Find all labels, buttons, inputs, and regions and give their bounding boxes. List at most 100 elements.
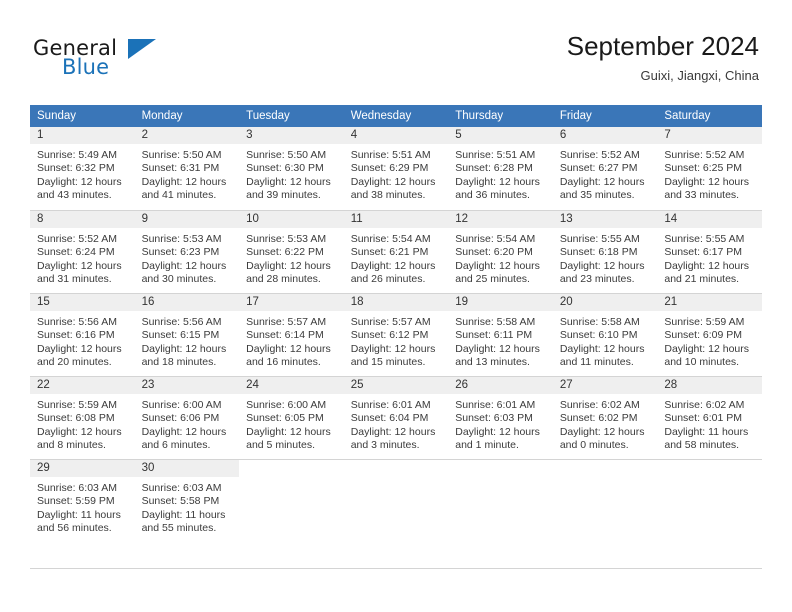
calendar-day-cell-empty bbox=[239, 459, 344, 542]
sunrise-text: Sunrise: 5:54 AM bbox=[455, 233, 536, 245]
calendar-day-cell[interactable]: 5 Sunrise: 5:51 AM Sunset: 6:28 PM Daylight… bbox=[448, 127, 553, 210]
day-cell-inner: 14 Sunrise: 5:55 AM Sunset: 6:17 PM Dayligh… bbox=[657, 210, 762, 293]
calendar-day-cell[interactable]: 28 Sunrise: 6:02 AM Sunset: 6:01 PM Dayligh… bbox=[657, 376, 762, 459]
sunrise-text: Sunrise: 5:52 AM bbox=[664, 149, 745, 161]
sunset-text: Sunset: 6:17 PM bbox=[664, 246, 743, 259]
calendar-day-cell[interactable]: 17 Sunrise: 5:57 AM Sunset: 6:14 PM Dayligh… bbox=[239, 293, 344, 376]
daylight-text-line2: and 20 minutes. bbox=[37, 356, 112, 369]
day-cell-inner: 18 Sunrise: 5:57 AM Sunset: 6:12 PM Dayligh… bbox=[343, 293, 449, 376]
daylight-text-line2: and 36 minutes. bbox=[455, 189, 530, 202]
calendar-day-cell[interactable]: 20 Sunrise: 5:58 AM Sunset: 6:10 PM Dayligh… bbox=[552, 293, 658, 376]
daylight-text-line2: and 30 minutes. bbox=[141, 273, 217, 286]
day-number: 15 bbox=[30, 294, 135, 311]
calendar-day-cell[interactable]: 29 Sunrise: 6:03 AM Sunset: 5:59 PM Dayligh… bbox=[30, 459, 135, 542]
calendar-day-cell[interactable]: 26 Sunrise: 6:01 AM Sunset: 6:03 PM Dayligh… bbox=[448, 376, 553, 459]
daylight-text-line1: Daylight: 11 hours bbox=[664, 425, 749, 438]
day-cell-inner: 26 Sunrise: 6:01 AM Sunset: 6:03 PM Dayligh… bbox=[448, 376, 553, 459]
sunset-text: Sunset: 6:08 PM bbox=[37, 412, 115, 425]
sunrise-text: Sunrise: 5:53 AM bbox=[246, 233, 327, 245]
daylight-text-line1: Daylight: 12 hours bbox=[37, 425, 122, 438]
brand-logo[interactable]: General Blue bbox=[33, 36, 223, 82]
sunset-text: Sunset: 6:32 PM bbox=[37, 162, 115, 175]
calendar-day-cell[interactable]: 4 Sunrise: 5:51 AM Sunset: 6:29 PM Daylight… bbox=[343, 127, 449, 210]
day-cell-inner: 20 Sunrise: 5:58 AM Sunset: 6:10 PM Dayligh… bbox=[552, 293, 658, 376]
day-details: Sunrise: 6:02 AM Sunset: 6:02 PM Daylight:… bbox=[553, 394, 658, 453]
calendar-day-cell[interactable]: 30 Sunrise: 6:03 AM Sunset: 5:58 PM Dayligh… bbox=[134, 459, 240, 542]
calendar-day-cell[interactable]: 6 Sunrise: 5:52 AM Sunset: 6:27 PM Daylight… bbox=[552, 127, 658, 210]
calendar-day-cell[interactable]: 24 Sunrise: 6:00 AM Sunset: 6:05 PM Dayligh… bbox=[239, 376, 344, 459]
calendar-day-cell[interactable]: 11 Sunrise: 5:54 AM Sunset: 6:21 PM Dayligh… bbox=[343, 210, 449, 293]
calendar-day-cell[interactable]: 25 Sunrise: 6:01 AM Sunset: 6:04 PM Dayligh… bbox=[343, 376, 449, 459]
calendar-day-cell[interactable]: 27 Sunrise: 6:02 AM Sunset: 6:02 PM Dayligh… bbox=[552, 376, 658, 459]
sunrise-text: Sunrise: 6:03 AM bbox=[141, 482, 222, 494]
sunrise-text: Sunrise: 5:52 AM bbox=[37, 233, 117, 245]
weekday-header-friday: Friday bbox=[552, 105, 658, 127]
day-cell-inner: 7 Sunrise: 5:52 AM Sunset: 6:25 PM Daylight… bbox=[657, 127, 762, 210]
calendar-day-cell[interactable]: 18 Sunrise: 5:57 AM Sunset: 6:12 PM Dayligh… bbox=[343, 293, 449, 376]
day-details: Sunrise: 5:51 AM Sunset: 6:28 PM Daylight:… bbox=[448, 144, 553, 203]
daylight-text-line2: and 39 minutes. bbox=[246, 189, 321, 202]
sunrise-text: Sunrise: 5:54 AM bbox=[350, 233, 431, 245]
day-cell-inner bbox=[448, 459, 553, 542]
sunrise-text: Sunrise: 5:57 AM bbox=[350, 316, 431, 328]
calendar-day-cell[interactable]: 10 Sunrise: 5:53 AM Sunset: 6:22 PM Dayligh… bbox=[239, 210, 344, 293]
calendar-day-cell[interactable]: 15 Sunrise: 5:56 AM Sunset: 6:16 PM Dayligh… bbox=[30, 293, 135, 376]
sunset-text: Sunset: 6:12 PM bbox=[350, 329, 429, 342]
day-cell-inner: 23 Sunrise: 6:00 AM Sunset: 6:06 PM Dayligh… bbox=[134, 376, 240, 459]
calendar-week-row: 1 Sunrise: 5:49 AM Sunset: 6:32 PM Daylight… bbox=[30, 127, 762, 210]
calendar-day-cell[interactable]: 12 Sunrise: 5:54 AM Sunset: 6:20 PM Dayligh… bbox=[448, 210, 553, 293]
day-cell-inner: 22 Sunrise: 5:59 AM Sunset: 6:08 PM Dayligh… bbox=[30, 376, 135, 459]
calendar-day-cell[interactable]: 16 Sunrise: 5:56 AM Sunset: 6:15 PM Dayligh… bbox=[134, 293, 240, 376]
calendar-day-cell[interactable]: 21 Sunrise: 5:59 AM Sunset: 6:09 PM Dayligh… bbox=[657, 293, 762, 376]
sunset-text: Sunset: 6:25 PM bbox=[664, 162, 743, 175]
daylight-text-line1: Daylight: 12 hours bbox=[246, 425, 331, 438]
day-number: 4 bbox=[343, 127, 449, 144]
daylight-text-line2: and 28 minutes. bbox=[246, 273, 321, 286]
sunrise-text: Sunrise: 5:49 AM bbox=[37, 149, 117, 161]
day-cell-inner: 4 Sunrise: 5:51 AM Sunset: 6:29 PM Daylight… bbox=[343, 127, 449, 210]
calendar-day-cell-empty bbox=[343, 459, 449, 542]
weekday-header-wednesday: Wednesday bbox=[343, 105, 449, 127]
calendar-day-cell[interactable]: 14 Sunrise: 5:55 AM Sunset: 6:17 PM Dayligh… bbox=[657, 210, 762, 293]
weekday-header-sunday: Sunday bbox=[30, 105, 135, 127]
calendar-day-cell[interactable]: 3 Sunrise: 5:50 AM Sunset: 6:30 PM Daylight… bbox=[239, 127, 344, 210]
calendar-day-cell[interactable]: 2 Sunrise: 5:50 AM Sunset: 6:31 PM Daylight… bbox=[134, 127, 240, 210]
sunset-text: Sunset: 6:01 PM bbox=[664, 412, 743, 425]
daylight-text-line1: Daylight: 12 hours bbox=[350, 342, 436, 355]
sunset-text: Sunset: 6:16 PM bbox=[37, 329, 115, 342]
day-details: Sunrise: 5:57 AM Sunset: 6:14 PM Daylight:… bbox=[239, 311, 344, 370]
sunrise-text: Sunrise: 5:59 AM bbox=[664, 316, 745, 328]
daylight-text-line2: and 26 minutes. bbox=[350, 273, 426, 286]
day-cell-inner: 10 Sunrise: 5:53 AM Sunset: 6:22 PM Dayligh… bbox=[239, 210, 344, 293]
sunset-text: Sunset: 6:22 PM bbox=[246, 246, 324, 259]
calendar-day-cell[interactable]: 22 Sunrise: 5:59 AM Sunset: 6:08 PM Dayligh… bbox=[30, 376, 135, 459]
day-number: 28 bbox=[657, 377, 762, 394]
weekday-header-monday: Monday bbox=[134, 105, 240, 127]
calendar-day-cell[interactable]: 13 Sunrise: 5:55 AM Sunset: 6:18 PM Dayligh… bbox=[552, 210, 658, 293]
sunrise-text: Sunrise: 5:59 AM bbox=[37, 399, 117, 411]
page-header: General Blue September 2024 Guixi, Jiang… bbox=[0, 0, 792, 100]
day-cell-inner: 16 Sunrise: 5:56 AM Sunset: 6:15 PM Dayligh… bbox=[134, 293, 240, 376]
day-number: 16 bbox=[134, 294, 240, 311]
sunrise-text: Sunrise: 5:50 AM bbox=[141, 149, 222, 161]
day-details: Sunrise: 6:01 AM Sunset: 6:04 PM Daylight:… bbox=[344, 394, 449, 453]
calendar-day-cell[interactable]: 1 Sunrise: 5:49 AM Sunset: 6:32 PM Daylight… bbox=[30, 127, 135, 210]
calendar-day-cell[interactable]: 9 Sunrise: 5:53 AM Sunset: 6:23 PM Daylight… bbox=[134, 210, 240, 293]
calendar-day-cell[interactable]: 7 Sunrise: 5:52 AM Sunset: 6:25 PM Daylight… bbox=[657, 127, 762, 210]
brand-name-blue: Blue bbox=[62, 55, 110, 79]
calendar-day-cell[interactable]: 8 Sunrise: 5:52 AM Sunset: 6:24 PM Daylight… bbox=[30, 210, 135, 293]
daylight-text-line2: and 8 minutes. bbox=[37, 439, 106, 452]
sunset-text: Sunset: 6:28 PM bbox=[455, 162, 533, 175]
day-number: 5 bbox=[448, 127, 553, 144]
sunrise-text: Sunrise: 5:56 AM bbox=[37, 316, 117, 328]
day-details: Sunrise: 5:56 AM Sunset: 6:16 PM Daylight:… bbox=[30, 311, 135, 370]
sunset-text: Sunset: 5:58 PM bbox=[141, 495, 220, 508]
calendar-week-row: 15 Sunrise: 5:56 AM Sunset: 6:16 PM Dayligh… bbox=[30, 293, 762, 376]
daylight-text-line2: and 1 minute. bbox=[455, 439, 519, 452]
sunrise-text: Sunrise: 5:57 AM bbox=[246, 316, 327, 328]
calendar-day-cell[interactable]: 23 Sunrise: 6:00 AM Sunset: 6:06 PM Dayligh… bbox=[134, 376, 240, 459]
sunrise-text: Sunrise: 5:50 AM bbox=[246, 149, 327, 161]
page-title: September 2024 bbox=[566, 31, 759, 61]
calendar-day-cell[interactable]: 19 Sunrise: 5:58 AM Sunset: 6:11 PM Dayligh… bbox=[448, 293, 553, 376]
day-details: Sunrise: 5:52 AM Sunset: 6:25 PM Daylight:… bbox=[657, 144, 762, 203]
